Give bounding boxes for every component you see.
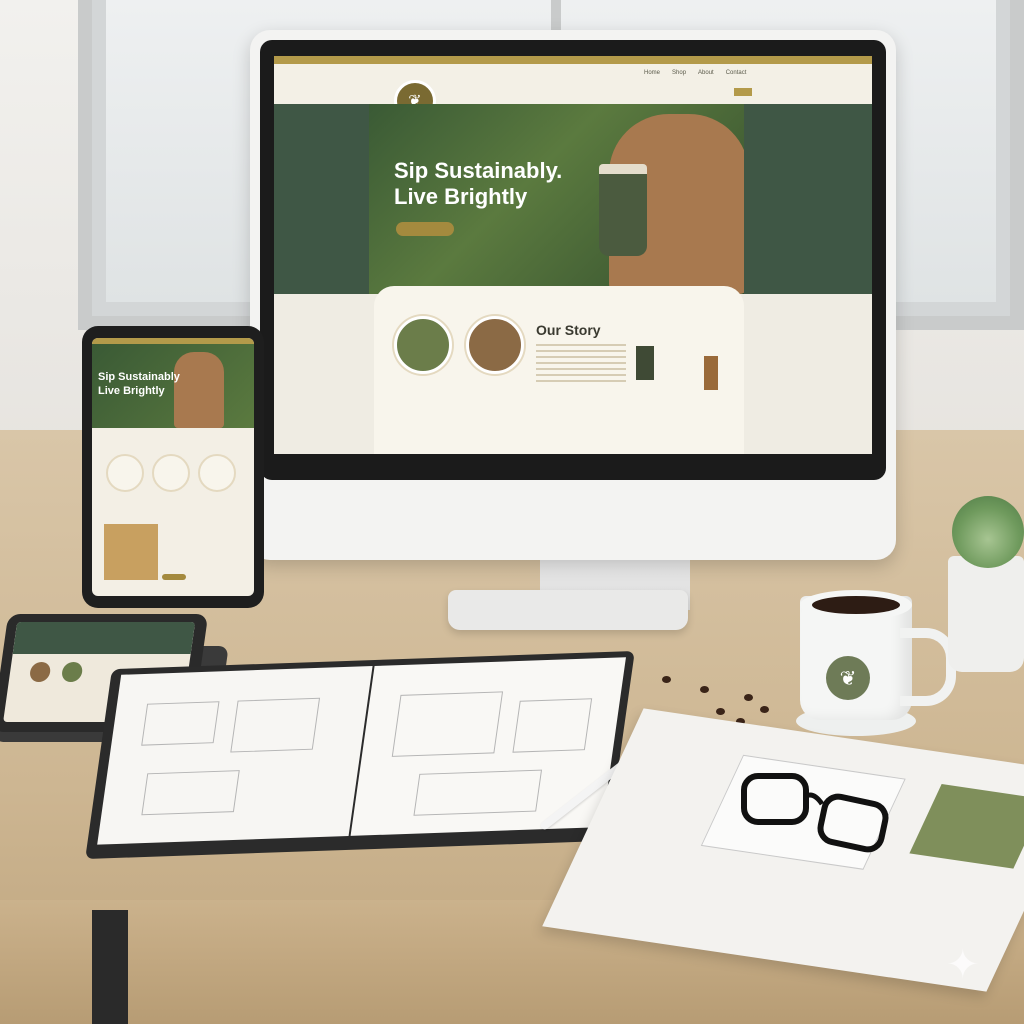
phone-cta-button[interactable] — [162, 574, 186, 580]
smartphone: Sip Sustainably Live Brightly — [82, 326, 264, 608]
product-image — [704, 356, 718, 390]
wireframe-sketch — [141, 701, 220, 746]
nav-link-about[interactable]: About — [698, 70, 714, 76]
wireframe-sketch — [230, 697, 321, 753]
coffee-cup — [599, 164, 647, 256]
story-text-lines — [536, 344, 626, 384]
succulent-plant — [952, 496, 1024, 568]
phone-hero-person — [174, 352, 224, 428]
tablet-thumb — [28, 662, 52, 682]
monitor-screen: ❦ Home Shop About Contact Sip Sustainabl… — [274, 56, 872, 454]
tablet-thumb — [60, 662, 84, 682]
sparkle-icon: ✦ — [946, 943, 980, 987]
wireframe-sketch — [141, 770, 240, 816]
hero-title: Sip Sustainably. Live Brightly — [394, 158, 562, 210]
tablet-hero — [12, 622, 196, 654]
hero-title-line1: Sip Sustainably. — [394, 158, 563, 183]
phone-hero-title-line1: Sip Sustainably — [98, 371, 180, 383]
hero-title-line2: Live Brightly — [394, 184, 528, 209]
cart-button[interactable] — [734, 88, 752, 96]
coffee-bean — [662, 676, 671, 683]
nav-link-home[interactable]: Home — [644, 70, 660, 76]
content-card: Our Story — [374, 286, 744, 454]
desk-leg — [92, 910, 128, 1024]
site-nav: ❦ Home Shop About Contact — [274, 64, 872, 122]
coffee-bean — [716, 708, 725, 715]
notebook-left-page — [97, 666, 373, 845]
phone-screen: Sip Sustainably Live Brightly — [92, 338, 254, 596]
nav-links-top: Home Shop About Contact — [644, 70, 746, 76]
coffee-bean — [744, 694, 753, 701]
phone-hero: Sip Sustainably Live Brightly — [92, 344, 254, 428]
phone-hero-title: Sip Sustainably Live Brightly — [98, 370, 180, 398]
wireframe-sketch — [391, 691, 504, 757]
notebook-right-page — [350, 657, 626, 836]
desktop-monitor: ❦ Home Shop About Contact Sip Sustainabl… — [250, 30, 896, 560]
phone-product-circle[interactable] — [198, 454, 236, 492]
eyeglasses — [741, 773, 889, 853]
product-thumb[interactable] — [466, 316, 524, 374]
hero-cta-button[interactable] — [396, 222, 454, 236]
nav-link-contact[interactable]: Contact — [726, 70, 747, 76]
phone-product-circle[interactable] — [106, 454, 144, 492]
phone-feature-image — [104, 524, 158, 580]
wireframe-sketch — [413, 769, 543, 816]
section-heading: Our Story — [536, 322, 601, 338]
site-top-bar — [274, 56, 872, 64]
coffee-bean — [700, 686, 709, 693]
product-image — [636, 346, 654, 380]
coffee-bean — [760, 706, 769, 713]
plant-pot — [948, 556, 1024, 672]
product-thumb[interactable] — [394, 316, 452, 374]
coffee-surface — [812, 596, 900, 614]
phone-product-circle[interactable] — [152, 454, 190, 492]
magazine-photo — [909, 784, 1024, 869]
monitor-bezel: ❦ Home Shop About Contact Sip Sustainabl… — [260, 40, 886, 480]
leaf-icon: ❦ — [826, 656, 870, 700]
monitor-stand-foot — [448, 590, 688, 630]
wireframe-sketch — [512, 698, 593, 753]
sketch-notebook — [85, 650, 635, 860]
phone-hero-title-line2: Live Brightly — [98, 385, 165, 397]
nav-link-shop[interactable]: Shop — [672, 70, 686, 76]
hero-side-panel — [744, 104, 872, 294]
